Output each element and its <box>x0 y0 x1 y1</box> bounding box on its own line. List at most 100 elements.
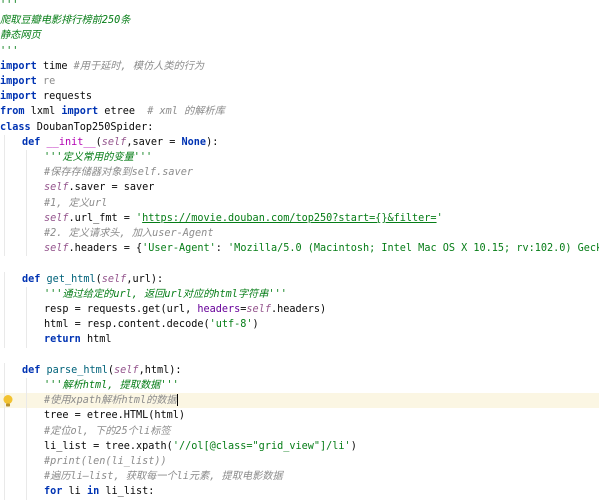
code-token: html = resp.content.decode( <box>44 319 210 331</box>
code-token: None <box>181 136 207 148</box>
code-line[interactable]: li_list = tree.xpath('//ol[@class="grid_… <box>0 438 599 454</box>
code-token: self <box>114 364 139 376</box>
code-line[interactable]: import time #用于延时, 模仿人类的行为 <box>0 59 599 74</box>
code-line[interactable]: #2. 定义请求头, 加入user-Agent <box>0 226 599 242</box>
code-text: '''定义常用的变量''' <box>44 150 152 165</box>
code-line[interactable]: class DoubanTop250Spider: <box>0 120 599 135</box>
code-token: return <box>44 334 81 346</box>
code-line[interactable]: from lxml import etree # xml 的解析库 <box>0 104 599 119</box>
indent-guide <box>4 423 5 439</box>
code-token: 'User-Agent' <box>142 243 216 255</box>
code-token: DoubanTop250Spider: <box>30 121 154 133</box>
code-line[interactable]: '''解析html, 提取数据''' <box>0 378 599 394</box>
code-line[interactable]: def __init__(self,saver = None): <box>0 134 599 150</box>
code-text: #print(len(li_list)) <box>44 454 167 469</box>
code-token: self <box>246 304 271 315</box>
code-token: def <box>22 136 41 148</box>
code-line[interactable]: #1, 定义url <box>0 195 599 211</box>
code-text: #定位ol, 下的25个li标签 <box>44 424 171 439</box>
code-line[interactable]: #定位ol, 下的25个li标签 <box>0 423 599 439</box>
code-line[interactable]: tree = etree.HTML(html) <box>0 408 599 424</box>
code-line[interactable]: html = resp.content.decode('utf-8') <box>0 317 599 333</box>
code-line[interactable]: return html <box>0 332 599 348</box>
code-text: from lxml import etree # xml 的解析库 <box>0 104 225 119</box>
code-line[interactable]: import requests <box>0 89 599 104</box>
indent-guide <box>4 408 5 424</box>
code-line[interactable]: self.url_fmt = 'https://movie.douban.com… <box>0 210 599 226</box>
code-token: #用于延时, 模仿人类的行为 <box>73 60 205 72</box>
code-token: .url_fmt = <box>68 212 137 224</box>
lightbulb-icon[interactable] <box>2 394 14 408</box>
code-token: import <box>0 60 37 72</box>
indent-guide <box>26 469 27 485</box>
code-line[interactable]: ''' <box>0 0 599 13</box>
indent-guide <box>4 454 5 470</box>
indent-guide <box>26 195 27 211</box>
code-line[interactable] <box>0 348 599 363</box>
code-token: ) <box>350 440 357 452</box>
code-token: li <box>62 486 87 498</box>
code-token: class <box>0 121 31 133</box>
code-line[interactable]: def get_html(self,url): <box>0 271 599 287</box>
indent-guide <box>4 150 5 166</box>
code-line[interactable]: self.saver = saver <box>0 180 599 196</box>
indent-guide <box>26 378 27 394</box>
code-token: get_html <box>46 273 96 285</box>
code-token: self <box>44 243 69 255</box>
code-line[interactable]: import re <box>0 74 599 89</box>
indent-guide <box>4 378 5 394</box>
code-token: .saver = saver <box>68 182 155 194</box>
code-token: ,url): <box>126 273 164 285</box>
indent-guide <box>26 180 27 196</box>
code-token: #使用xpath解析html的数据 <box>44 395 177 407</box>
code-editor[interactable]: ''' 爬取豆瓣电影排行榜前250条 静态网页 ''' import time #用于延… <box>0 0 599 500</box>
code-token: #2. 定义请求头, 加入user-Agent <box>44 228 214 239</box>
indent-guide <box>4 134 5 150</box>
indent-guide <box>4 317 5 333</box>
code-line[interactable]: 爬取豆瓣电影排行榜前250条 <box>0 13 599 28</box>
code-token: in <box>86 486 100 498</box>
indent-guide <box>26 241 27 257</box>
code-token: '''定义常用的变量''' <box>44 152 153 163</box>
code-line[interactable]: #遍历li—list, 获取每一个li元素, 提取电影数据 <box>0 469 599 485</box>
code-text: self.saver = saver <box>44 180 154 195</box>
code-token: #定位ol, 下的25个li标签 <box>44 425 171 437</box>
code-line[interactable] <box>0 256 599 271</box>
code-token: lxml <box>24 106 62 118</box>
code-line[interactable]: '''通过给定的url, 返回url对应的html字符串''' <box>0 286 599 302</box>
code-line[interactable]: #print(len(li_list)) <box>0 454 599 470</box>
code-token: headers <box>197 304 241 315</box>
code-token: 'utf-8' <box>209 319 253 331</box>
code-token: '''通过给定的url, 返回url对应的html字符串''' <box>44 288 287 300</box>
code-token: '''解析html, 提取数据''' <box>44 380 179 391</box>
code-text: '''通过给定的url, 返回url对应的html字符串''' <box>44 287 287 302</box>
code-line[interactable]: resp = requests.get(url, headers=self.he… <box>0 302 599 318</box>
code-line[interactable]: 静态网页 <box>0 28 599 43</box>
indent-guide <box>4 484 5 500</box>
indent-guide <box>4 302 5 318</box>
code-token: ): <box>206 136 219 148</box>
indent-guide <box>4 210 5 226</box>
code-token: ,saver = <box>126 136 182 148</box>
code-line[interactable]: for li in li_list: <box>0 484 599 500</box>
indent-guide <box>4 226 5 242</box>
indent-guide <box>4 195 5 211</box>
code-token: import <box>0 91 37 103</box>
code-line[interactable]: self.headers = {'User-Agent': 'Mozilla/5… <box>0 241 599 257</box>
current-code-line[interactable]: #使用xpath解析html的数据 <box>0 393 599 409</box>
indent-guide <box>26 393 27 409</box>
code-token: for <box>44 486 63 498</box>
code-token: self <box>101 136 127 148</box>
code-token: etree <box>98 106 148 118</box>
code-line[interactable]: '''定义常用的变量''' <box>0 150 599 166</box>
code-token: 'Mozilla/5.0 (Macintosh; Intel Mac OS X … <box>228 243 599 255</box>
code-token: '//ol[@class="grid_view"]/li' <box>172 440 351 452</box>
code-text: #使用xpath解析html的数据 <box>44 393 178 408</box>
code-text: def parse_html(self,html): <box>22 363 182 378</box>
code-line[interactable]: #保存存储器对象到self.saver <box>0 165 599 181</box>
code-line[interactable]: ''' <box>0 44 599 59</box>
code-text: def get_html(self,url): <box>22 272 163 287</box>
code-token: ) <box>252 319 259 331</box>
code-line[interactable]: def parse_html(self,html): <box>0 362 599 378</box>
code-token: #1, 定义url <box>44 197 108 209</box>
